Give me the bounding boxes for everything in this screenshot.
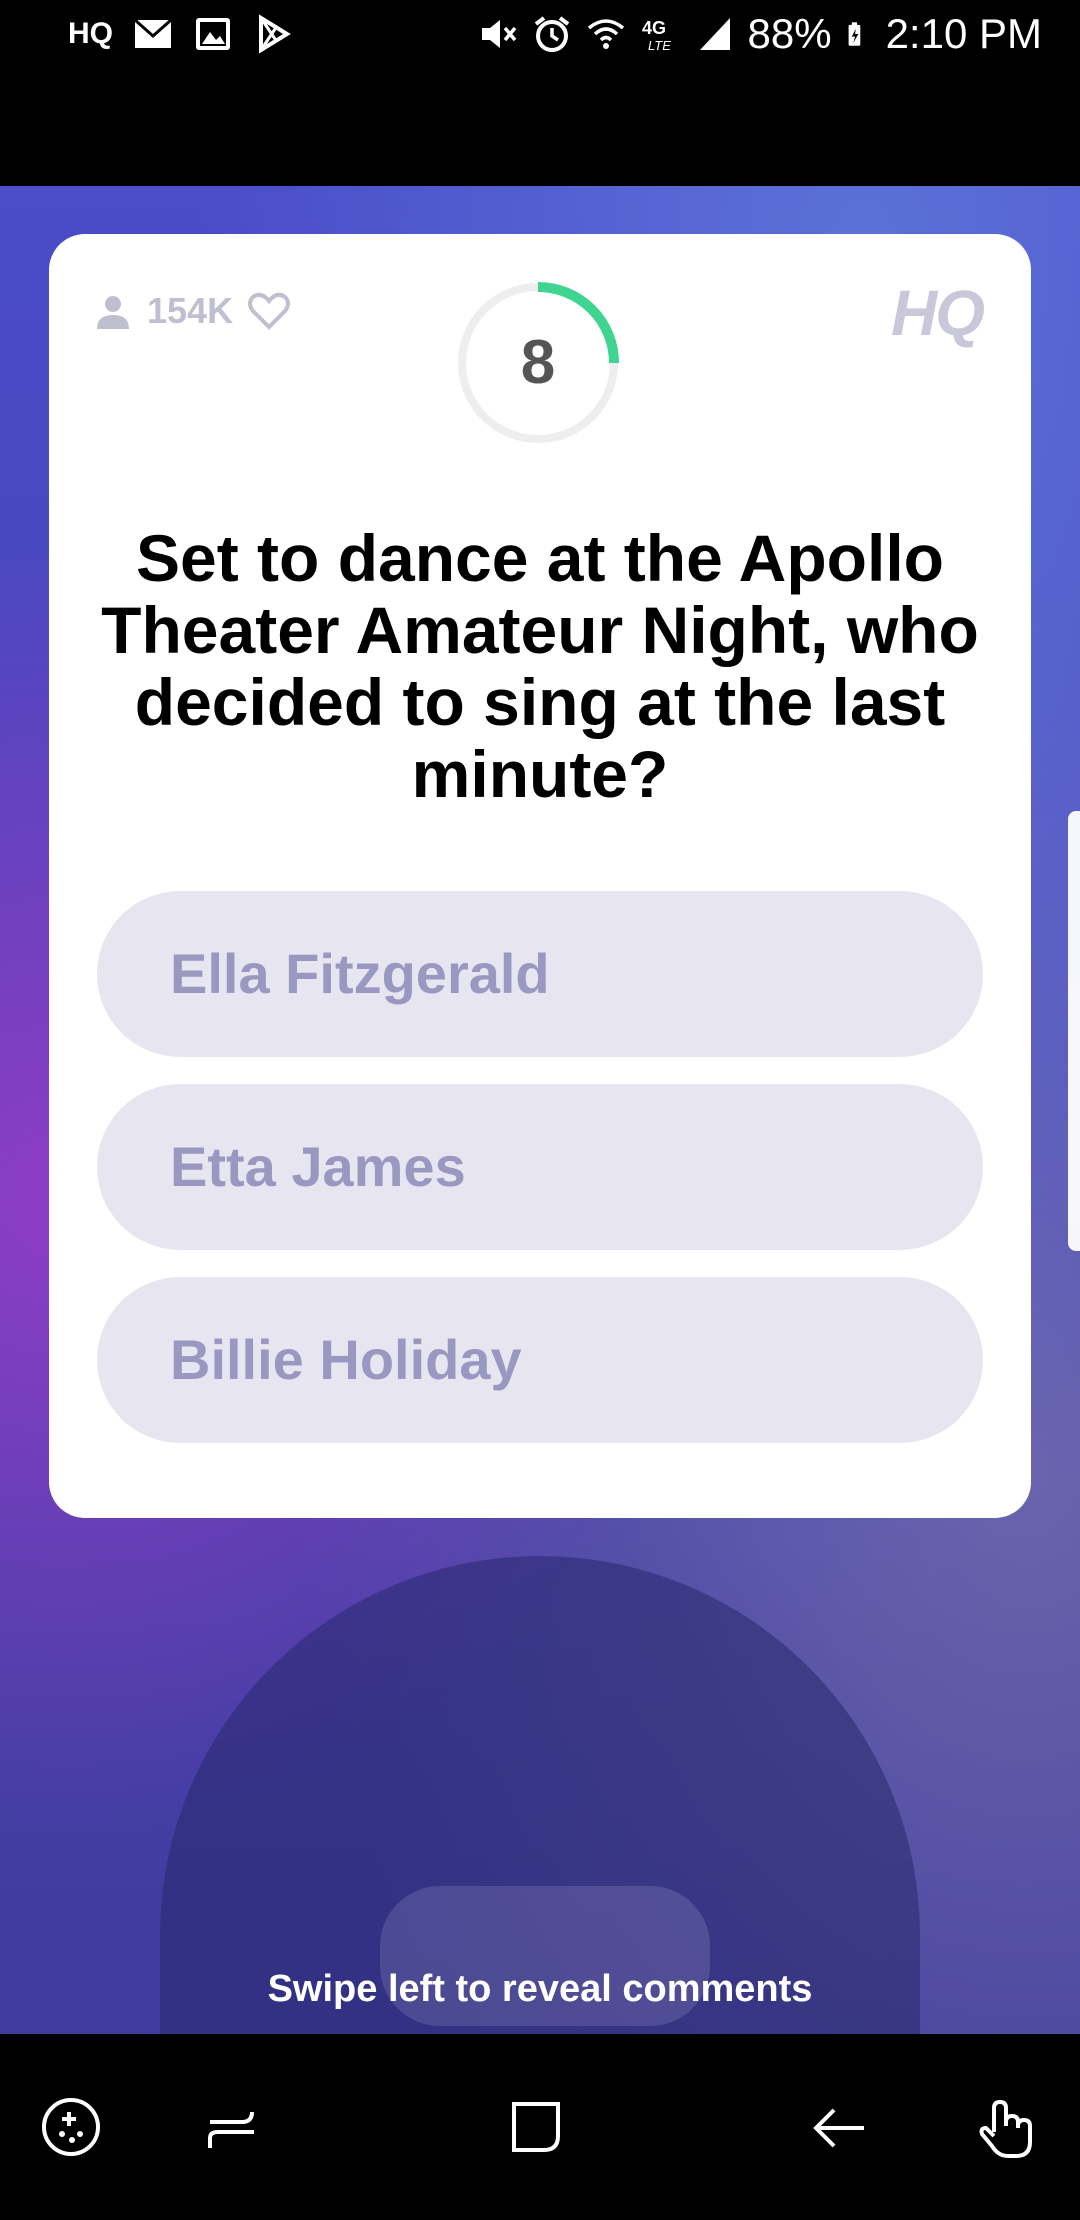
heart-icon[interactable] — [247, 291, 291, 331]
answer-option-1[interactable]: Ella Fitzgerald — [97, 891, 983, 1057]
recents-icon[interactable] — [198, 2092, 268, 2162]
question-card: 154K 8 HQ Set to dance at the Apollo The… — [49, 234, 1031, 1518]
play-store-icon — [259, 14, 291, 54]
battery-percent: 88% — [747, 10, 832, 57]
battery-charging-icon — [848, 22, 860, 46]
notification-icons: HQ — [68, 14, 293, 54]
question-text: Set to dance at the Apollo Theater Amate… — [101, 521, 979, 811]
back-icon[interactable] — [804, 2092, 874, 2162]
mail-icon — [134, 18, 172, 48]
top-black-band — [0, 72, 1080, 186]
status-bar: HQ 4G LTE 88% 2:10 PM — [0, 0, 1080, 72]
home-icon[interactable] — [500, 2092, 570, 2162]
wifi-icon — [587, 19, 624, 49]
answer-label: Billie Holiday — [170, 1328, 522, 1391]
mute-icon — [481, 20, 516, 48]
svg-text:4G: 4G — [642, 18, 666, 38]
timer-value: 8 — [520, 328, 556, 397]
alarm-icon — [534, 16, 569, 52]
answer-option-3[interactable]: Billie Holiday — [97, 1277, 983, 1443]
system-status: 4G LTE 88% 2:10 PM — [478, 10, 1042, 58]
answer-label: Etta James — [170, 1135, 466, 1198]
countdown-timer: 8 — [455, 280, 621, 446]
viewer-info: 154K — [93, 290, 291, 332]
game-tools-icon[interactable] — [36, 2092, 106, 2162]
answer-option-2[interactable]: Etta James — [97, 1084, 983, 1250]
person-icon — [97, 296, 129, 329]
svg-text:LTE: LTE — [648, 38, 671, 53]
viewer-count: 154K — [147, 290, 234, 331]
4g-lte-icon: 4GLTE — [642, 18, 671, 53]
comments-pull-tab[interactable] — [1068, 811, 1080, 1251]
image-icon — [196, 18, 230, 50]
answer-label: Ella Fitzgerald — [170, 942, 550, 1005]
swipe-hint: Swipe left to reveal comments — [267, 1968, 813, 2010]
clock: 2:10 PM — [885, 10, 1042, 57]
hq-app-icon: HQ — [68, 17, 113, 50]
touch-gesture-icon[interactable] — [972, 2092, 1042, 2162]
hq-logo: HQ — [891, 277, 985, 349]
navigation-bar — [0, 2034, 1080, 2220]
signal-icon — [699, 18, 730, 50]
